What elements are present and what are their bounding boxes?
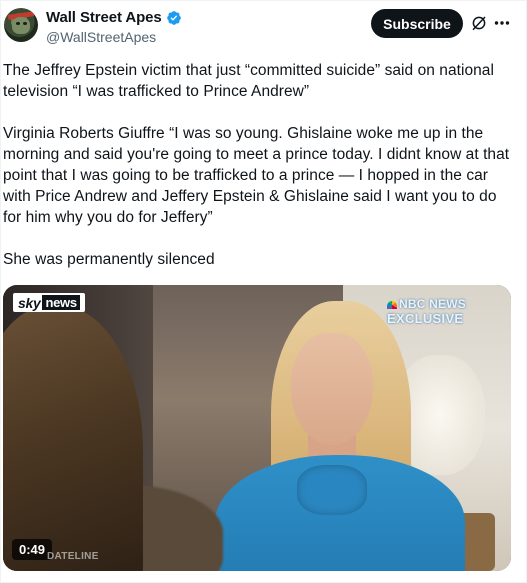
sky-news-logo: sky news bbox=[13, 293, 85, 312]
subscribe-button[interactable]: Subscribe bbox=[371, 9, 463, 38]
author-name[interactable]: Wall Street Apes bbox=[46, 9, 162, 26]
more-icon[interactable] bbox=[494, 20, 510, 26]
blouse-bow bbox=[297, 465, 367, 515]
tweet-text: The Jeffrey Epstein victim that just “co… bbox=[3, 60, 513, 270]
tweet-paragraph: She was permanently silenced bbox=[3, 251, 215, 268]
dateline-watermark: DATELINE bbox=[47, 551, 99, 562]
avatar-ape-face bbox=[12, 17, 30, 34]
sky-logo-sky: sky bbox=[18, 294, 41, 311]
tweet-header: Wall Street Apes @WallStreetApes Subscri… bbox=[0, 0, 527, 52]
avatar-eye bbox=[16, 22, 20, 25]
interviewee-face bbox=[291, 333, 373, 445]
author-handle[interactable]: @WallStreetApes bbox=[46, 29, 156, 45]
sky-logo-news: news bbox=[42, 295, 80, 310]
tweet-paragraph: Virginia Roberts Giuffre “I was so young… bbox=[3, 125, 510, 226]
nbc-news-exclusive-logo: NBC NEWS EXCLUSIVE bbox=[387, 297, 466, 326]
verified-badge-icon bbox=[166, 10, 181, 25]
tweet-paragraph: The Jeffrey Epstein victim that just “co… bbox=[3, 62, 494, 100]
author-name-row[interactable]: Wall Street Apes bbox=[46, 9, 182, 26]
video-player[interactable]: sky news NBC NEWS EXCLUSIVE 0:49 DATELIN… bbox=[3, 285, 511, 571]
grok-icon[interactable] bbox=[470, 14, 488, 32]
avatar[interactable] bbox=[4, 8, 38, 42]
avatar-eye bbox=[23, 22, 27, 25]
nbc-news-label: NBC NEWS bbox=[399, 297, 466, 311]
exclusive-label: EXCLUSIVE bbox=[387, 311, 464, 326]
nbc-peacock-icon bbox=[387, 300, 397, 309]
